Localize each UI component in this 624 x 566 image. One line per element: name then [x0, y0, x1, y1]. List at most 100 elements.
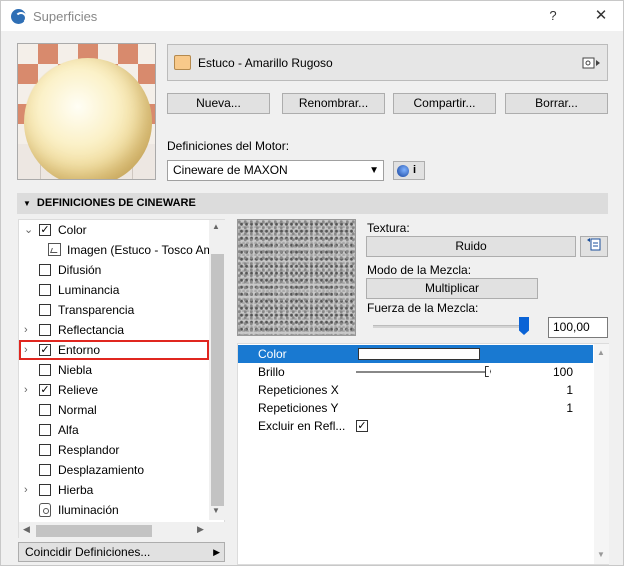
blend-strength-input[interactable]: 100,00 [548, 317, 608, 338]
channel-glow[interactable]: Resplandor [19, 440, 209, 460]
channel-checkbox[interactable]: ✓ [39, 224, 51, 236]
expand-arrow-icon[interactable]: › [24, 340, 28, 360]
engine-select[interactable]: Cineware de MAXON ▼ [167, 160, 384, 181]
channel-displacement[interactable]: Desplazamiento [19, 460, 209, 480]
new-button[interactable]: Nueva... [167, 93, 270, 114]
channel-label: Entorno [58, 343, 101, 357]
delete-button[interactable]: Borrar... [505, 93, 608, 114]
properties-panel: Color Brillo 100 Repeticiones X 1 Repeti… [237, 343, 609, 565]
channel-grass[interactable]: › Hierba [19, 480, 209, 500]
scroll-up-icon[interactable]: ▲ [597, 348, 605, 357]
expand-arrow-icon[interactable]: › [24, 320, 28, 340]
channel-checkbox[interactable]: ✓ [39, 344, 51, 356]
properties-vertical-scrollbar[interactable]: ▲ ▼ [594, 344, 609, 564]
channel-checkbox[interactable] [39, 284, 51, 296]
texture-preview [237, 219, 356, 336]
scroll-right-icon[interactable]: ▶ [197, 524, 204, 535]
blend-strength-slider[interactable] [373, 325, 525, 328]
close-button[interactable]: ✕ [593, 6, 609, 24]
channel-label: Niebla [58, 363, 93, 377]
channel-luminance[interactable]: Luminancia [19, 280, 209, 300]
expand-arrow-icon[interactable]: › [24, 380, 28, 400]
surfaces-window: Superficies ? ✕ Estuco - Amarillo Rugoso… [0, 0, 624, 566]
channel-label: Alfa [58, 423, 79, 437]
property-row-exclude-reflection[interactable]: Excluir en Refl... ✓ [238, 417, 593, 435]
tree-horizontal-scrollbar[interactable]: ◀ ▶ [19, 522, 225, 538]
channel-checkbox[interactable] [39, 464, 51, 476]
engine-selected-value: Cineware de MAXON [173, 163, 288, 177]
engine-info-button[interactable]: i [393, 161, 425, 180]
property-label: Color [258, 347, 287, 361]
share-button[interactable]: Compartir... [393, 93, 496, 114]
blend-mode-button[interactable]: Multiplicar [366, 278, 538, 299]
channel-environment[interactable]: › ✓ Entorno [19, 340, 209, 360]
color-swatch[interactable] [358, 348, 480, 360]
expand-arrow-icon[interactable]: ⌄ [24, 220, 33, 240]
blend-strength-label: Fuerza de la Mezcla: [367, 301, 479, 315]
channel-label: Color [58, 223, 87, 237]
channel-label: Reflectancia [58, 323, 125, 337]
scroll-thumb[interactable] [211, 254, 224, 506]
channel-checkbox[interactable] [39, 444, 51, 456]
tree-vertical-scrollbar[interactable]: ▲ ▼ [209, 220, 225, 520]
texture-menu-icon[interactable] [580, 236, 608, 257]
channel-checkbox[interactable] [39, 424, 51, 436]
rename-button[interactable]: Renombrar... [282, 93, 385, 114]
property-value[interactable]: 1 [566, 381, 573, 399]
material-swatch [174, 55, 191, 70]
channel-alpha[interactable]: Alfa [19, 420, 209, 440]
channel-tree: ⌄ ✓ Color Imagen (Estuco - Tosco Amarill… [18, 219, 225, 538]
match-settings-label: Coincidir Definiciones... [25, 545, 151, 559]
channel-color[interactable]: ⌄ ✓ Color [19, 220, 209, 240]
channel-checkbox[interactable] [39, 304, 51, 316]
brightness-slider-thumb[interactable] [485, 366, 491, 377]
property-row-brightness[interactable]: Brillo 100 [238, 363, 593, 381]
channel-color-image[interactable]: Imagen (Estuco - Tosco Amarillo) [19, 240, 209, 260]
material-menu-icon[interactable] [582, 55, 602, 71]
match-settings-button[interactable]: Coincidir Definiciones... ▶ [18, 542, 225, 562]
property-value[interactable]: 1 [566, 399, 573, 417]
section-title: DEFINICIONES DE CINEWARE [36, 197, 196, 209]
channel-transparency[interactable]: Transparencia [19, 300, 209, 320]
app-icon [11, 9, 27, 24]
expand-arrow-icon[interactable]: › [24, 480, 28, 500]
blend-strength-slider-thumb[interactable] [519, 317, 529, 335]
scroll-down-icon[interactable]: ▼ [212, 506, 220, 515]
title-bar: Superficies ? ✕ [1, 1, 623, 31]
channel-illumination[interactable]: Iluminación [19, 500, 209, 520]
scroll-thumb[interactable] [36, 525, 152, 537]
cineware-section-header[interactable]: ▼ DEFINICIONES DE CINEWARE [17, 193, 608, 214]
property-value[interactable]: 100 [553, 363, 573, 381]
lock-icon [39, 503, 51, 517]
channel-checkbox[interactable] [39, 364, 51, 376]
property-label: Repeticiones Y [258, 401, 339, 415]
channel-checkbox[interactable] [39, 264, 51, 276]
channel-fog[interactable]: Niebla [19, 360, 209, 380]
channel-bump[interactable]: › ✓ Relieve [19, 380, 209, 400]
channel-label: Transparencia [58, 303, 135, 317]
property-row-repeat-x[interactable]: Repeticiones X 1 [238, 381, 593, 399]
material-selector[interactable]: Estuco - Amarillo Rugoso [167, 44, 608, 81]
channel-label: Difusión [58, 263, 102, 277]
image-icon [48, 243, 61, 256]
exclude-checkbox[interactable]: ✓ [356, 420, 368, 432]
channel-label: Hierba [58, 483, 94, 497]
channel-normal[interactable]: Normal [19, 400, 209, 420]
texture-button[interactable]: Ruido [366, 236, 576, 257]
channel-diffusion[interactable]: Difusión [19, 260, 209, 280]
channel-label: Relieve [58, 383, 99, 397]
channel-checkbox[interactable] [39, 324, 51, 336]
brightness-slider[interactable] [356, 371, 486, 373]
scroll-down-icon[interactable]: ▼ [597, 550, 605, 559]
property-row-repeat-y[interactable]: Repeticiones Y 1 [238, 399, 593, 417]
channel-label: Imagen (Estuco - Tosco Amarillo) [67, 243, 209, 257]
channel-checkbox[interactable] [39, 404, 51, 416]
scroll-up-icon[interactable]: ▲ [212, 222, 220, 231]
help-button[interactable]: ? [546, 8, 560, 23]
channel-checkbox[interactable] [39, 484, 51, 496]
channel-label: Desplazamiento [58, 463, 145, 477]
channel-reflectance[interactable]: › Reflectancia [19, 320, 209, 340]
channel-checkbox[interactable]: ✓ [39, 384, 51, 396]
scroll-left-icon[interactable]: ◀ [23, 524, 30, 535]
property-row-color[interactable]: Color [238, 345, 593, 363]
